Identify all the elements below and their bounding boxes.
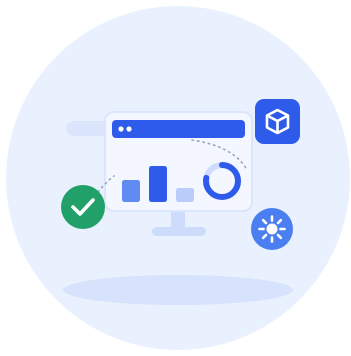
window-title-bar <box>112 120 245 138</box>
sun-core <box>266 223 278 235</box>
bar-3 <box>176 188 194 202</box>
bar-1 <box>122 180 140 202</box>
bar-2 <box>149 166 167 202</box>
monitor-base <box>152 227 206 236</box>
window-dot-1 <box>118 126 124 132</box>
window-dot-2 <box>126 126 132 132</box>
cube-badge <box>255 99 300 144</box>
check-badge-bg <box>61 185 105 229</box>
illustration-canvas <box>6 6 350 350</box>
sun-badge <box>251 208 293 250</box>
floor-shadow <box>63 275 293 305</box>
sun-icon <box>258 215 286 243</box>
check-badge <box>61 185 105 229</box>
